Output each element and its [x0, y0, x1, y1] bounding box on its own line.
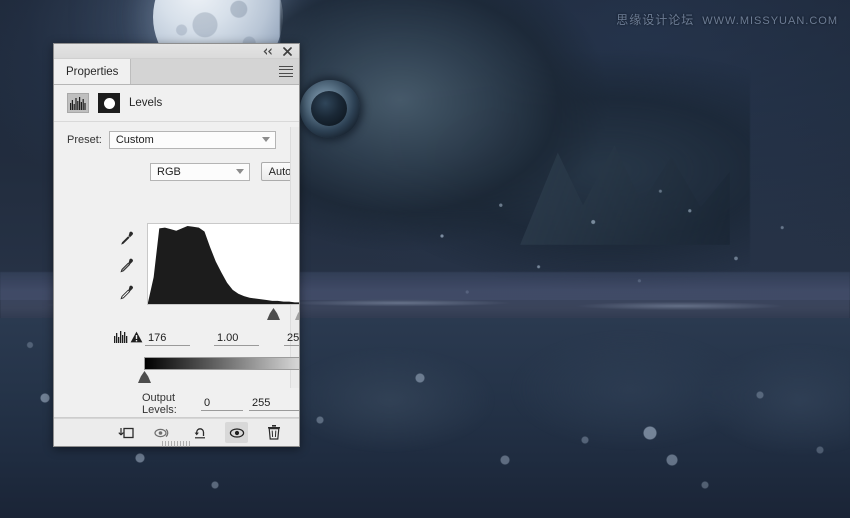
- toggle-visibility-button[interactable]: [225, 422, 248, 443]
- output-level-sliders[interactable]: [138, 369, 299, 385]
- channel-select-value: RGB: [157, 165, 181, 178]
- delete-adjustment-button[interactable]: [262, 422, 285, 443]
- auto-button-label: Auto: [268, 165, 292, 178]
- levels-histogram-chart[interactable]: [147, 223, 299, 305]
- channel-row: RGB Auto: [54, 149, 299, 181]
- preset-label: Preset:: [67, 134, 102, 146]
- watermark-chinese-text: 思缘设计论坛: [616, 13, 695, 27]
- watermark: 思缘设计论坛 WWW.MISSYUAN.COM: [616, 11, 838, 28]
- histogram-clip-icon[interactable]: [114, 331, 129, 346]
- layer-mask-thumbnail-icon: [98, 93, 120, 113]
- reset-button[interactable]: [188, 422, 211, 443]
- chevron-down-icon: [261, 137, 270, 142]
- clip-warning-group: [114, 331, 145, 346]
- panel-resize-grip[interactable]: [161, 441, 192, 447]
- chevron-down-icon: [235, 168, 244, 174]
- preset-select[interactable]: Custom: [108, 131, 276, 149]
- photoshop-document-canvas: 思缘设计论坛 WWW.MISSYUAN.COM Properties Level…: [0, 0, 850, 518]
- clipping-warning-icon[interactable]: [130, 331, 143, 346]
- adjustment-header: Levels: [54, 85, 299, 122]
- set-black-point-eyedropper-icon[interactable]: [118, 231, 134, 247]
- input-levels-row: [114, 331, 299, 346]
- input-gamma-field[interactable]: [214, 331, 259, 346]
- tab-properties-label: Properties: [66, 65, 119, 78]
- clip-to-layer-button[interactable]: [114, 422, 137, 443]
- set-gray-point-eyedropper-icon[interactable]: [118, 258, 134, 274]
- input-level-sliders[interactable]: [147, 306, 299, 322]
- eyedropper-group: [114, 231, 138, 301]
- output-black-level-field[interactable]: [201, 397, 243, 411]
- properties-panel[interactable]: Properties Levels Preset: Custom RGB Aut…: [53, 43, 300, 447]
- output-levels-label: Output Levels:: [142, 392, 177, 416]
- tab-properties[interactable]: Properties: [54, 59, 132, 84]
- output-white-level-field[interactable]: [249, 397, 299, 411]
- view-previous-state-button[interactable]: [151, 422, 174, 443]
- panel-tab-strip[interactable]: Properties: [54, 59, 299, 85]
- levels-histogram-icon: [67, 93, 89, 113]
- preset-row: Preset: Custom: [54, 122, 299, 149]
- panel-menu-icon[interactable]: [279, 65, 293, 78]
- set-white-point-eyedropper-icon[interactable]: [118, 285, 134, 301]
- fish-pupil: [311, 91, 347, 126]
- input-black-level-field[interactable]: [145, 331, 190, 346]
- preset-select-value: Custom: [115, 134, 154, 146]
- watermark-url-text: WWW.MISSYUAN.COM: [702, 15, 838, 27]
- output-levels-row: Output Levels:: [142, 392, 299, 416]
- input-white-level-field[interactable]: [284, 331, 299, 346]
- collapse-double-left-icon[interactable]: [262, 46, 273, 57]
- panel-titlebar: [54, 44, 299, 59]
- adjustment-title: Levels: [129, 97, 163, 109]
- panel-body: Levels Preset: Custom RGB Auto 176 1.00 …: [54, 85, 299, 418]
- close-icon[interactable]: [282, 46, 293, 57]
- channel-select[interactable]: RGB: [150, 162, 250, 181]
